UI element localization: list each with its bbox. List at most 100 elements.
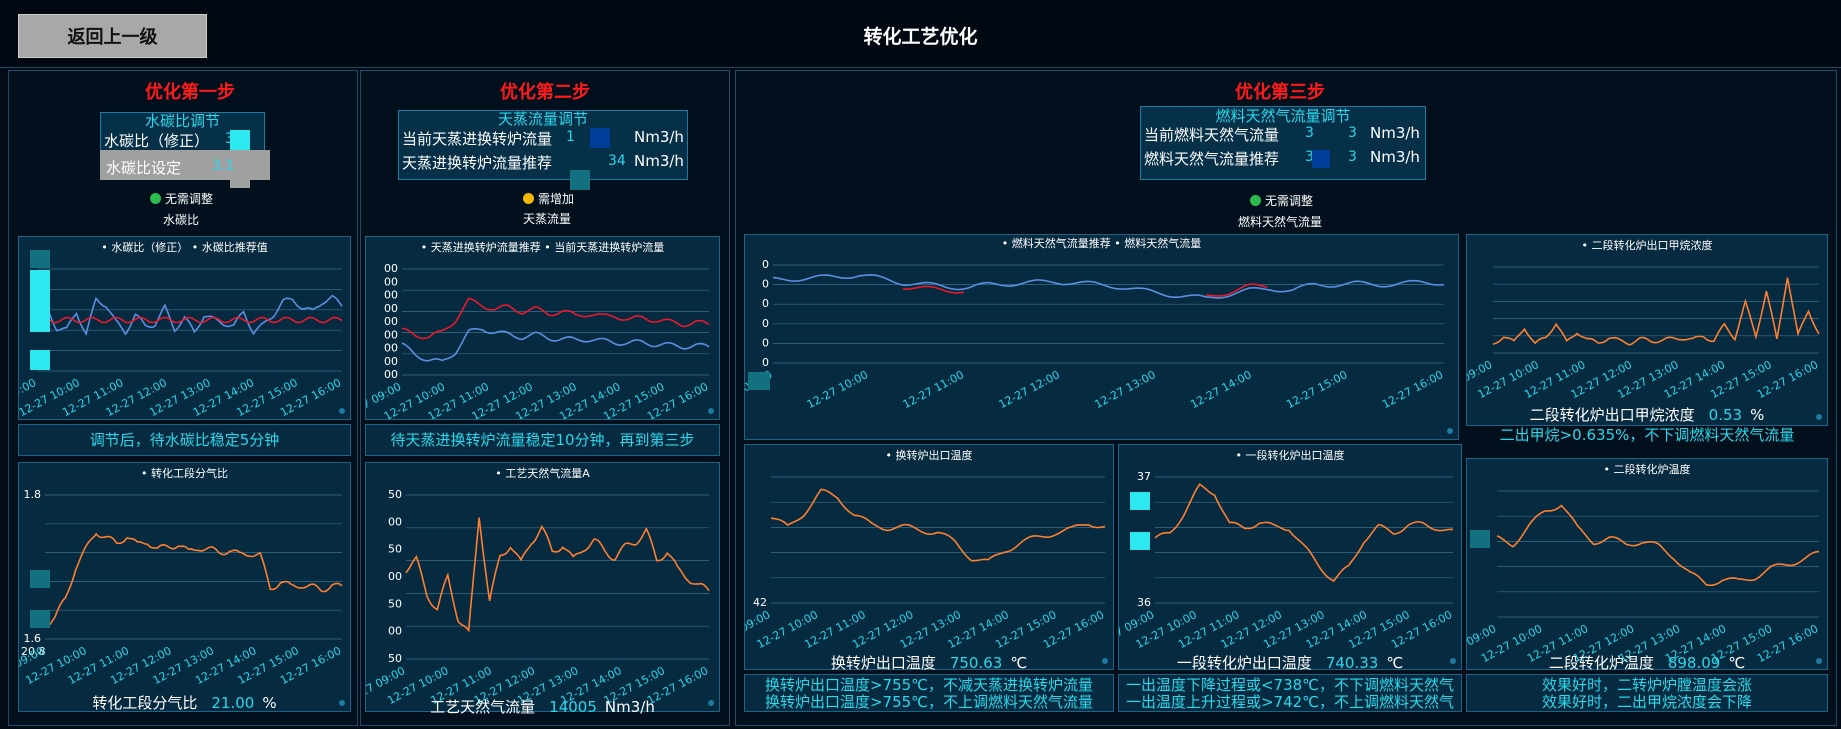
readout-value: 0.53 (1708, 406, 1743, 424)
series-line (44, 532, 343, 629)
slider-block (30, 270, 50, 332)
readout-label: 转化工段分气比 (92, 694, 198, 712)
series-line (1154, 483, 1454, 583)
corner-dot-icon (1447, 428, 1453, 434)
step3-row1-value: 3 (1305, 125, 1314, 141)
readout-label: 工艺天然气流量 (430, 698, 536, 716)
y-tick-label: 1.6 (24, 632, 42, 645)
stage1-note-2: 一出温度上升过程或>742℃，不上调燃料天然气 (1125, 693, 1455, 711)
series-line (405, 517, 710, 633)
readout-value: 740.33 (1325, 654, 1379, 672)
y-tick-label: 00 (384, 355, 398, 368)
chart-methane: • 二段转化炉出口甲烷浓度12-27 09:0012-27 10:0012-27… (1466, 234, 1828, 426)
step3-row2-value-b: 3 (1348, 149, 1357, 165)
readout-value: 750.63 (949, 654, 1003, 672)
y-tick-label: 36 (1137, 596, 1151, 609)
x-tick-label: 12-27 10:00 (805, 368, 870, 411)
step1-row2-value[interactable]: 3.1 (212, 158, 234, 174)
reformer-note-2: 换转炉出口温度>755℃，不上调燃料天然气流量 (764, 693, 1094, 711)
series-line (1492, 277, 1820, 346)
y-tick-label: 00 (384, 262, 398, 275)
slider-block (30, 610, 50, 628)
step2-status-sub: 天蒸流量 (523, 212, 572, 226)
step1-title: 优化第一步 (145, 82, 235, 103)
readout-value: 14005 (549, 698, 597, 716)
slider-block (30, 570, 50, 588)
chart-fuel-gas: • 燃料天然气流量推荐 • 燃料天然气流量00000012-27 09:0012… (744, 234, 1459, 440)
x-tick-label: 12-27 14:00 (1188, 368, 1253, 411)
y-tick-label: 50 (388, 543, 402, 556)
stage2-notes: 效果好时，二转炉炉膛温度会涨 效果好时，二出甲烷浓度会下降 (1466, 674, 1828, 712)
y-tick-label: 0 (762, 356, 769, 369)
step1-status-text: 无需调整 (165, 192, 214, 206)
y-tick-label: 00 (384, 302, 398, 315)
legend: • 二段转化炉温度 (1604, 462, 1691, 476)
y-tick-label: 00 (384, 368, 398, 381)
stage1-notes: 一出温度下降过程或<738℃，不下调燃料天然气 一出温度上升过程或>742℃，不… (1118, 674, 1462, 712)
x-tick-label: 12-27 11:00 (901, 368, 966, 411)
steam-flow-marker (570, 170, 590, 190)
stage1-note-1: 一出温度下降过程或<738℃，不下调燃料天然气 (1125, 676, 1455, 694)
chart-svg: • 天蒸进换转炉流量推荐 • 当前天蒸进换转炉流量000000000000000… (366, 240, 714, 419)
steam-flow-indicator (590, 128, 610, 148)
y-tick-label: 0 (762, 278, 769, 291)
legend: • 天蒸进换转炉流量推荐 • 当前天蒸进换转炉流量 (421, 240, 664, 254)
legend: • 工艺天然气流量A (495, 466, 590, 480)
step3-row1-value-b: 3 (1348, 125, 1357, 141)
step3-status-text: 无需调整 (1265, 194, 1314, 208)
legend: • 转化工段分气比 (141, 466, 228, 480)
stage1-readout: 一段转化炉出口温度 740.33 ℃ (1118, 652, 1462, 673)
y-tick-label: 00 (384, 342, 398, 355)
y-tick-label: 37 (1137, 470, 1151, 483)
readout-label: 二段转化炉出口甲烷浓度 (1529, 406, 1695, 424)
x-tick-label: 12-27 13:00 (1092, 368, 1157, 411)
readout-value: 21.00 (211, 694, 255, 712)
chart-split-ratio: • 转化工段分气比1.81.620.812-27 09:0012-27 10:0… (18, 462, 351, 712)
series-line (1205, 283, 1268, 297)
reformer-notes: 换转炉出口温度>755℃，不减天蒸进换转炉流量 换转炉出口温度>755℃，不上调… (744, 674, 1114, 712)
status-dot-icon (150, 193, 161, 204)
readout-unit: % (1750, 406, 1765, 424)
step2-row2-label: 天蒸进换转炉流量推荐 (402, 154, 553, 172)
step2-box-title: 天蒸流量调节 (497, 110, 588, 128)
step2-status-text: 需增加 (538, 192, 575, 206)
corner-dot-icon (708, 408, 714, 414)
y-tick-label: 00 (384, 289, 398, 302)
y-tick-label: 42 (753, 596, 767, 609)
step2-row2-unit: Nm3/h (634, 152, 684, 170)
y-tick-label: 0 (762, 297, 769, 310)
step3-status: 无需调整 (1250, 192, 1313, 209)
y-tick-label: 50 (388, 652, 402, 665)
slider-block (1130, 532, 1150, 550)
slider-block (30, 350, 50, 370)
step1-row1-label: 水碳比（修正） (104, 132, 210, 150)
step2-title: 优化第二步 (500, 82, 590, 103)
readout-unit: ℃ (1010, 654, 1028, 672)
fuel-gas-indicator (1312, 150, 1330, 168)
step1-row2-label: 水碳比设定 (106, 159, 182, 177)
step3-title: 优化第三步 (1235, 82, 1325, 103)
y-tick-label: 00 (388, 570, 402, 583)
chart-svg: • 工艺天然气流量A5000500050005012-27 09:0012-27… (366, 466, 714, 707)
series-line (770, 488, 1106, 562)
step2-row1-unit: Nm3/h (634, 128, 684, 146)
step1-box-title: 水碳比调节 (144, 112, 220, 130)
readout-label: 换转炉出口温度 (830, 654, 936, 672)
stage2-note-2: 效果好时，二出甲烷浓度会下降 (1541, 693, 1752, 711)
step2-row1-value: 1 (566, 129, 575, 145)
stage2-readout: 二段转化炉温度 898.09 ℃ (1466, 652, 1828, 673)
y-tick-label: 00 (384, 328, 398, 341)
methane-readout: 二段转化炉出口甲烷浓度 0.53% (1466, 404, 1828, 425)
legend: • 一段转化炉出口温度 (1236, 448, 1345, 462)
chart-steam-flow: • 天蒸进换转炉流量推荐 • 当前天蒸进换转炉流量 00 00 00 00 00 00 00 0… (365, 236, 720, 420)
chart-stage2-temp: • 二段转化炉温度2-27 09:0012-27 10:0012-27 11:0… (1466, 458, 1828, 670)
chart-svg: • 二段转化炉出口甲烷浓度12-27 09:0012-27 10:0012-27… (1467, 238, 1822, 420)
series-line (772, 274, 1445, 299)
status-dot-icon (1250, 195, 1261, 206)
legend: • 二段转化炉出口甲烷浓度 (1582, 238, 1713, 252)
y-tick-label: 50 (388, 597, 402, 610)
slider-block (1130, 492, 1150, 510)
slider-block (748, 372, 770, 390)
step3-row1-unit: Nm3/h (1370, 124, 1420, 142)
y-tick-label: 00 (388, 515, 402, 528)
